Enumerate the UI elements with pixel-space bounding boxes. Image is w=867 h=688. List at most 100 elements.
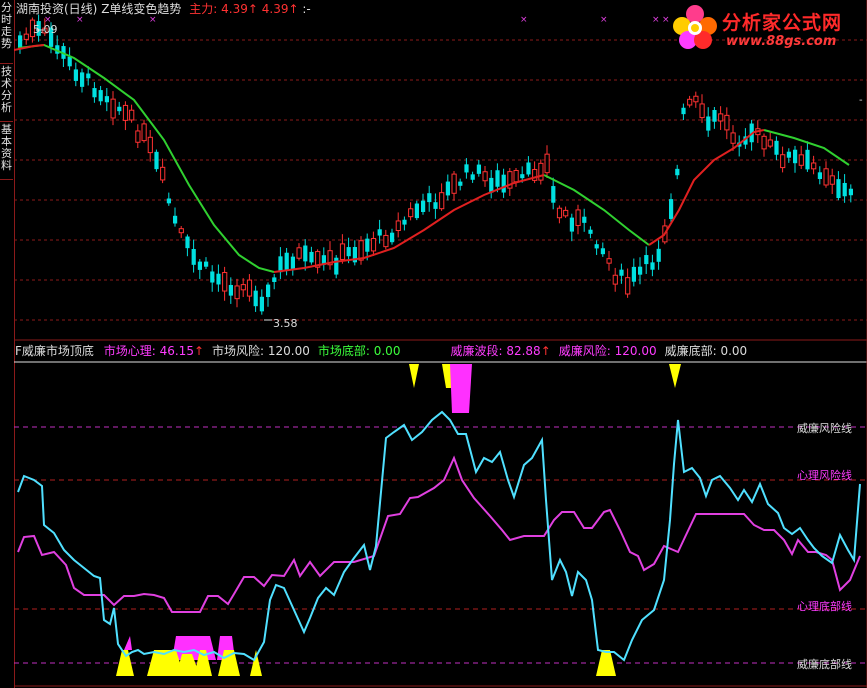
bottom-signal-magenta — [124, 636, 132, 650]
candle-body — [798, 154, 804, 166]
stock-title: 湖南投资(日线) — [16, 2, 98, 16]
candle-body — [631, 266, 636, 282]
main-force-label: 主力: — [189, 2, 218, 16]
tab-fundamentals[interactable]: 基本资料 — [0, 122, 13, 180]
candle-body — [110, 98, 116, 119]
candle-body — [470, 174, 475, 180]
indicator-title: F威廉市场顶底 — [15, 344, 94, 358]
tab-intraday[interactable]: 分时走势 — [0, 0, 13, 64]
indicator-item-value: 0.00 — [369, 344, 401, 358]
indicator-item: 市场心理: 46.15↑ — [104, 344, 204, 358]
candle-body — [154, 151, 159, 170]
candle-body — [793, 149, 798, 164]
arrow-up-icon: ↑ — [288, 2, 299, 16]
candle-body — [197, 261, 202, 270]
candle-body — [166, 198, 171, 204]
candle-body — [544, 153, 550, 174]
bottom-signal-magenta — [172, 636, 216, 660]
candle-body — [774, 140, 779, 155]
candle-body — [458, 181, 463, 186]
candle-body — [80, 72, 85, 87]
candle-body — [129, 109, 135, 121]
candle-body — [638, 266, 643, 275]
candle-body — [718, 113, 724, 122]
candle-body — [390, 232, 395, 243]
candle-body — [23, 33, 29, 40]
low-price-label: 3.58 — [273, 317, 298, 330]
candle-body — [823, 168, 829, 186]
candle-body — [433, 202, 438, 209]
candle-body — [556, 207, 563, 219]
candle-body — [513, 169, 519, 183]
svg-text:×: × — [76, 15, 84, 25]
svg-text:×: × — [149, 15, 157, 25]
williams-bottom-label: 威廉底部线 — [797, 658, 852, 671]
candle-body — [135, 130, 141, 143]
candle-body — [278, 256, 283, 273]
candle-body — [334, 257, 339, 275]
candle-body — [693, 95, 699, 103]
candle-body — [563, 209, 569, 217]
candle-body — [178, 228, 184, 234]
candle-body — [836, 179, 841, 199]
candle-body — [687, 98, 693, 106]
indicator-item-label: 威廉底部: — [664, 344, 717, 358]
candle-body — [551, 186, 556, 203]
candle-body — [482, 171, 488, 182]
candle-body — [699, 103, 705, 119]
indicator-item-label: 威廉波段: — [450, 344, 503, 358]
indicator-item: 市场底部: 0.00 — [318, 344, 401, 358]
candle-body — [117, 106, 122, 112]
candle-body — [414, 203, 419, 219]
candle-body — [495, 170, 500, 187]
price-panel-header: 湖南投资(日线) Z单线变色趋势 主力: 4.39↑ 4.39↑ :- — [16, 2, 311, 16]
candle-body — [370, 237, 377, 252]
main-force-value-1: 4.39 — [221, 2, 248, 16]
right-scale-tick: - — [859, 95, 863, 106]
candle-body — [303, 245, 308, 262]
site-logo: 分析家公式网 www.88gs.com — [670, 2, 865, 52]
candle-body — [104, 96, 109, 103]
candle-body — [675, 168, 680, 176]
candle-body — [346, 247, 351, 257]
candle-body — [253, 290, 258, 307]
candle-body — [86, 73, 91, 79]
candle-body — [141, 123, 147, 142]
candle-body — [706, 116, 711, 131]
bottom-signal-yellow — [596, 650, 616, 676]
candle-body — [805, 149, 810, 170]
trend-line-rising — [14, 44, 765, 273]
candle-body — [780, 154, 786, 169]
tab-technical-analysis[interactable]: 技术分析 — [0, 64, 13, 122]
svg-text:×: × — [652, 15, 660, 25]
top-signal-magenta — [450, 364, 472, 413]
indicator-item-value: 120.00 — [264, 344, 310, 358]
candle-body — [526, 162, 531, 175]
candle-body — [625, 277, 631, 295]
candle-body — [439, 192, 445, 210]
arrow-up-icon: ↑ — [247, 2, 258, 16]
high-price-label: 5.09 — [33, 23, 58, 36]
logo-url: www.88gs.com — [726, 34, 837, 49]
candle-body — [501, 174, 506, 193]
svg-text:×: × — [662, 15, 670, 25]
candle-body — [817, 172, 822, 180]
candle-body — [365, 238, 370, 252]
candle-body — [612, 274, 618, 285]
candle-body — [246, 279, 253, 297]
candle-body — [842, 182, 847, 197]
indicator-item-value: 82.88 — [502, 344, 541, 358]
candle-body — [18, 35, 23, 49]
indicator-item-label: 市场底部: — [317, 344, 370, 358]
candle-body — [204, 261, 209, 267]
candle-body — [445, 181, 450, 196]
candle-body — [811, 162, 817, 170]
candlestick-series — [18, 14, 853, 315]
indicator-item: 威廉风险: 120.00 — [559, 344, 657, 358]
candle-body — [619, 269, 624, 276]
logo-text: 分析家公式网 — [722, 12, 843, 34]
candle-body — [234, 285, 240, 300]
top-markers: × × × × × × × — [44, 15, 670, 25]
candle-body — [451, 173, 457, 194]
candle-body — [656, 248, 661, 262]
